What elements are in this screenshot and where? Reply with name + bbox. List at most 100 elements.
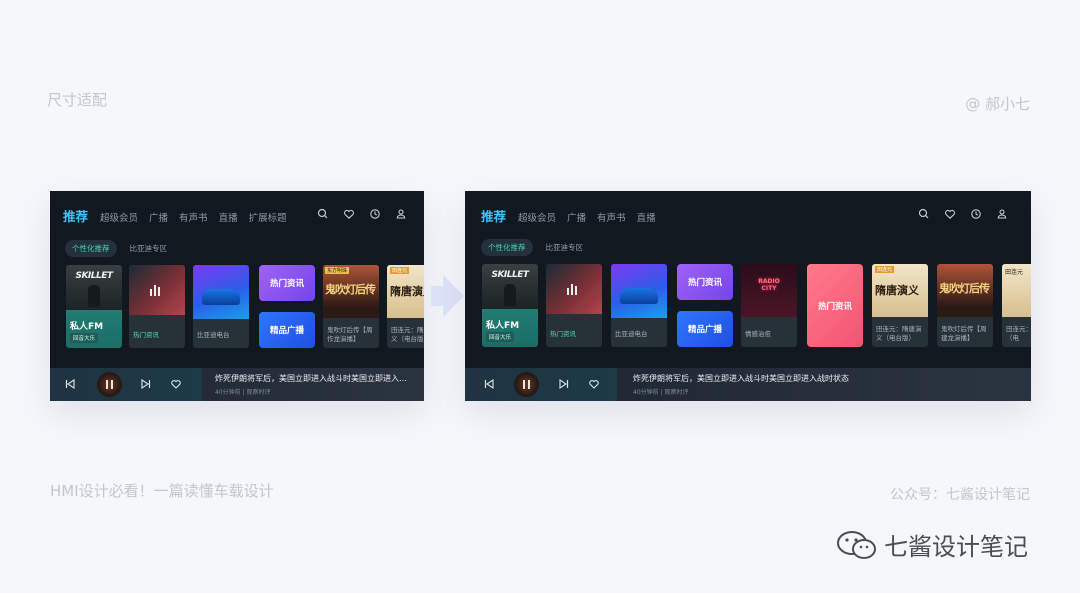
tab-audiobook[interactable]: 有声书 — [179, 210, 208, 224]
pause-icon — [106, 380, 108, 389]
hot-news-caption: 热门资讯 — [550, 329, 576, 338]
healing-caption: 情感治愈 — [745, 329, 771, 338]
favorite-icon[interactable] — [170, 378, 182, 390]
card-byd[interactable]: 比亚迪电台 — [193, 265, 249, 348]
card-private-fm[interactable]: SKILLET 私人FM 回音大乐 — [66, 265, 122, 348]
player-controls — [50, 368, 202, 401]
ghost-caption: 鬼吹灯后传【周建龙演播】 — [941, 324, 987, 342]
tab-audiobook[interactable]: 有声书 — [597, 210, 626, 224]
card-emotional-healing[interactable]: RADIO CITY 情感治愈 — [741, 264, 797, 347]
premium-broadcast-button[interactable]: 精品广播 — [259, 312, 315, 348]
profile-icon[interactable] — [995, 207, 1009, 221]
search-icon[interactable] — [316, 207, 330, 221]
watermark-text: 七酱设计笔记 — [884, 533, 1028, 561]
sui-cover-title: 隋唐演义 — [390, 285, 424, 298]
tab-super-member[interactable]: 超级会员 — [100, 210, 138, 224]
card-ghost[interactable]: 东方明珠 鬼吹灯后传 鬼吹灯后传【周作龙演播】 — [323, 265, 379, 348]
subtab-bar: 个性化推荐 比亚迪专区 — [65, 240, 174, 257]
subtab-bar-large: 个性化推荐 比亚迪专区 — [481, 239, 590, 256]
watermark: 七酱设计笔记 — [836, 527, 1028, 562]
card-sui-tang[interactable]: 田连元 隋唐演义 田连元：隋唐演义（电台版） — [872, 264, 928, 347]
player-bar: 炸死伊朗将军后，美国立即进入战斗时美国立即进入… 40分钟前 | 观察时评 — [50, 368, 424, 401]
ghost-cover-title: 鬼吹灯后传 — [939, 282, 990, 295]
card-ghost[interactable]: 鬼吹灯后传 鬼吹灯后传【周建龙演播】 — [937, 264, 993, 347]
now-playing-title: 炸死伊朗将军后，美国立即进入战斗时美国立即进入… — [215, 374, 407, 383]
sui-badge: 田连元 — [875, 266, 895, 273]
sui-badge-2: 田连元 — [1005, 269, 1024, 276]
history-icon[interactable] — [368, 207, 382, 221]
tab-super-member[interactable]: 超级会员 — [518, 210, 556, 224]
profile-icon[interactable] — [394, 207, 408, 221]
subtab-personalized[interactable]: 个性化推荐 — [65, 240, 117, 257]
next-icon[interactable] — [140, 378, 152, 390]
tab-broadcast[interactable]: 广播 — [567, 210, 586, 224]
tab-recommend[interactable]: 推荐 — [481, 206, 506, 225]
favorite-icon[interactable] — [588, 378, 600, 390]
arrow-right-icon — [431, 275, 464, 317]
previous-icon[interactable] — [483, 378, 495, 390]
skillet-logo: SKILLET — [75, 271, 113, 281]
hot-news-button[interactable]: 热门资讯 — [259, 265, 315, 301]
subtab-personalized[interactable]: 个性化推荐 — [481, 239, 533, 256]
card-hot-news[interactable]: 热门资讯 — [546, 264, 602, 347]
heart-icon[interactable] — [342, 207, 356, 221]
car-image — [202, 289, 240, 305]
sui-caption-2: 田连元：演义（电 — [1006, 324, 1031, 342]
subtab-byd[interactable]: 比亚迪专区 — [539, 239, 591, 256]
play-pause-button[interactable] — [514, 372, 539, 397]
hot-news-button[interactable]: 热门资讯 — [677, 264, 733, 300]
tab-live[interactable]: 直播 — [637, 210, 656, 224]
small-screen: 推荐 超级会员 广播 有声书 直播 扩展标题 个性化推荐 比亚迪专区 SKILL… — [50, 191, 424, 401]
article-title: HMI设计必看！一篇读懂车载设计 — [50, 482, 274, 500]
card-sui-tang[interactable]: 田连元 隋唐演义 田连元：隋唐演义（电台版） — [387, 265, 424, 348]
now-playing-title: 炸死伊朗将军后，美国立即进入战斗时美国立即进入战时状态 — [633, 374, 849, 383]
author-label: @ 郝小七 — [965, 95, 1030, 113]
tab-extended[interactable]: 扩展标题 — [249, 210, 287, 224]
car-image — [620, 288, 658, 304]
fm-tag: 回音大乐 — [486, 332, 515, 342]
tab-recommend[interactable]: 推荐 — [63, 206, 88, 225]
heart-icon[interactable] — [943, 207, 957, 221]
next-icon[interactable] — [558, 378, 570, 390]
card-private-fm[interactable]: SKILLET 私人FM 回音大乐 — [482, 264, 538, 347]
fm-tag: 回音大乐 — [70, 333, 99, 343]
fm-title: 私人FM — [486, 321, 520, 331]
card-hot-news-pink[interactable]: 热门资讯 — [807, 264, 863, 347]
artist-figure — [88, 285, 100, 307]
byd-caption: 比亚迪电台 — [615, 329, 648, 338]
hot-news-pink-label: 热门资讯 — [817, 302, 852, 312]
sui-badge: 田连元 — [390, 267, 410, 274]
artist-figure — [504, 284, 516, 306]
byd-caption: 比亚迪电台 — [197, 330, 230, 339]
search-icon[interactable] — [917, 207, 931, 221]
previous-icon[interactable] — [64, 378, 76, 390]
toolbar-icons-large — [917, 207, 1009, 221]
tab-bar-large: 推荐 超级会员 广播 有声书 直播 — [481, 206, 667, 225]
skillet-logo: SKILLET — [491, 270, 529, 280]
ghost-caption: 鬼吹灯后传【周作龙演播】 — [327, 325, 373, 343]
subtab-byd[interactable]: 比亚迪专区 — [123, 240, 175, 257]
now-playing-meta: 40分钟前 | 观察时评 — [215, 389, 271, 396]
sui-caption: 田连元：隋唐演义（电台版） — [391, 325, 424, 343]
top-left-label: 尺寸适配 — [47, 91, 108, 109]
pause-icon — [523, 380, 525, 389]
sui-caption: 田连元：隋唐演义（电台版） — [876, 324, 922, 342]
fm-title: 私人FM — [70, 322, 104, 332]
history-icon[interactable] — [969, 207, 983, 221]
premium-broadcast-button[interactable]: 精品广播 — [677, 311, 733, 347]
tab-live[interactable]: 直播 — [219, 210, 238, 224]
ghost-badge: 东方明珠 — [325, 267, 350, 274]
radio-city-sign: RADIO CITY — [758, 278, 780, 293]
now-playing-meta: 40分钟前 | 观察时评 — [633, 389, 689, 396]
sui-cover-title: 隋唐演义 — [875, 284, 919, 297]
card-hot-news[interactable]: 热门资讯 — [129, 265, 185, 348]
card-sui-tang-2[interactable]: 田连元 田连元：演义（电 — [1002, 264, 1031, 347]
play-pause-button[interactable] — [97, 372, 122, 397]
card-byd[interactable]: 比亚迪电台 — [611, 264, 667, 347]
player-controls — [465, 368, 617, 401]
account-label: 公众号：七酱设计笔记 — [890, 487, 1030, 503]
tab-broadcast[interactable]: 广播 — [149, 210, 168, 224]
wechat-icon — [837, 530, 876, 559]
equalizer-icon — [150, 285, 160, 296]
equalizer-icon — [567, 284, 577, 295]
